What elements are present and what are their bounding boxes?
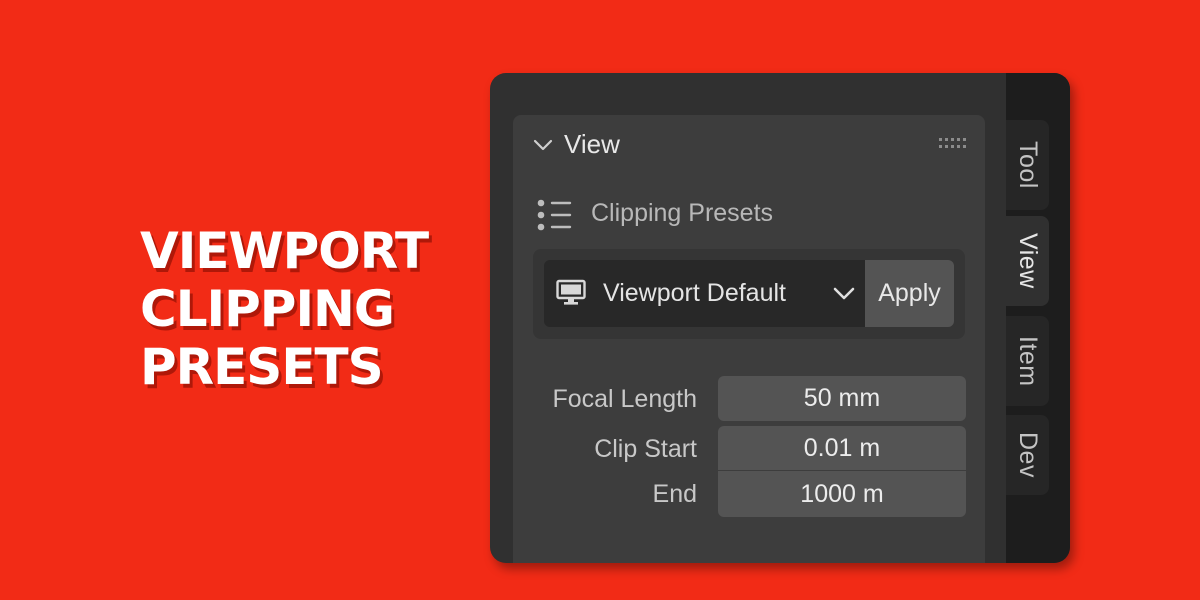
sidebar-tabs: Tool View Item Dev <box>1006 73 1070 563</box>
preset-dropdown[interactable]: Viewport Default <box>544 260 865 327</box>
tab-view-label: View <box>1014 233 1042 289</box>
clip-end-label: End <box>652 480 697 508</box>
panel-title: View <box>564 129 620 159</box>
tab-item-label: Item <box>1014 335 1042 387</box>
chevron-down-icon <box>833 287 855 300</box>
drag-grip-icon[interactable] <box>939 137 971 151</box>
clip-start-field[interactable]: 0.01 m <box>718 426 966 470</box>
focal-length-label: Focal Length <box>552 385 697 413</box>
preset-selected-value: Viewport Default <box>603 279 786 307</box>
monitor-icon <box>556 279 586 305</box>
preset-row: Viewport Default Apply <box>533 249 965 339</box>
hero-title: VIEWPORT CLIPPING PRESETS <box>140 222 429 396</box>
panel-header[interactable]: View <box>513 115 985 175</box>
hero-title-line-2: CLIPPING <box>140 280 395 338</box>
tab-tool[interactable]: Tool <box>1006 120 1049 210</box>
clipping-presets-label: Clipping Presets <box>591 199 774 227</box>
tab-dev[interactable]: Dev <box>1006 415 1049 495</box>
tab-view[interactable]: View <box>1006 216 1049 306</box>
focal-length-field[interactable]: 50 mm <box>718 376 966 421</box>
tab-dev-label: Dev <box>1014 432 1042 478</box>
clip-start-label: Clip Start <box>594 435 697 463</box>
tab-item[interactable]: Item <box>1006 316 1049 406</box>
tab-tool-label: Tool <box>1014 141 1042 189</box>
view-panel: View Clipping Presets Viewport Default A… <box>513 115 985 563</box>
hero-title-line-1: VIEWPORT <box>140 222 429 280</box>
chevron-down-icon[interactable] <box>533 135 553 155</box>
sidebar-window: Tool View Item Dev View Clipping Presets… <box>490 73 1070 563</box>
apply-button[interactable]: Apply <box>865 260 954 327</box>
hero-title-line-3: PRESETS <box>140 338 384 396</box>
list-icon[interactable] <box>537 199 573 231</box>
clip-end-field[interactable]: 1000 m <box>718 471 966 517</box>
